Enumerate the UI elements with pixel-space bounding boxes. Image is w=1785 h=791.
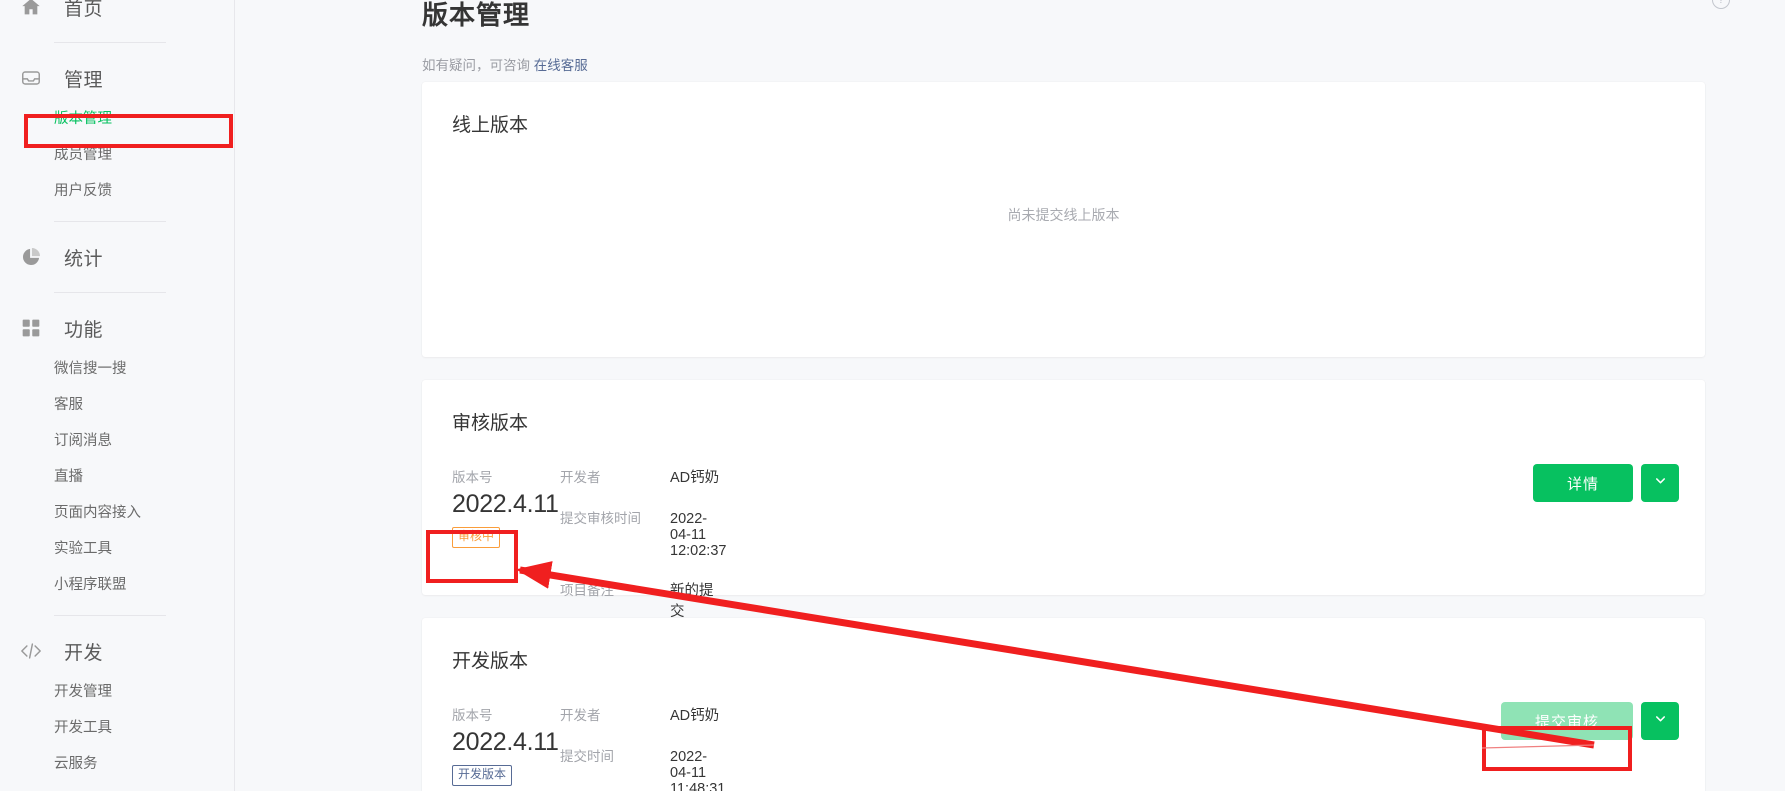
sidebar-group-development: 开发 开发管理 开发工具 云服务 bbox=[0, 630, 234, 780]
sidebar-item-miniprogram-alliance[interactable]: 小程序联盟 bbox=[0, 565, 234, 601]
sidebar-item-miniprogram-alliance-label: 小程序联盟 bbox=[54, 576, 127, 593]
sidebar-item-page-content-access-label: 页面内容接入 bbox=[54, 504, 141, 521]
main-content: 版本管理 ? 如有疑问，可咨询 在线客服 线上版本 尚未提交线上版本 审核版本 … bbox=[235, 0, 1785, 791]
submit-review-button[interactable]: 提交审核 bbox=[1500, 702, 1633, 740]
online-version-empty-text: 尚未提交线上版本 bbox=[1007, 207, 1120, 223]
review-project-note-value: 新的提交 bbox=[670, 583, 714, 620]
details-dropdown-button[interactable] bbox=[1641, 464, 1679, 502]
sidebar-item-customer-service[interactable]: 客服 bbox=[0, 385, 234, 421]
review-version-number-value: 2022.4.11 bbox=[452, 490, 559, 518]
review-submit-time-value: 2022-04-11 12:02:37 bbox=[670, 511, 727, 559]
develop-version-actions: 提交审核 bbox=[1500, 702, 1679, 740]
sidebar-divider-1 bbox=[54, 42, 166, 43]
sidebar-item-statistics-label: 统计 bbox=[64, 248, 104, 270]
sidebar-item-version-management-label: 版本管理 bbox=[54, 110, 112, 127]
inbox-icon bbox=[18, 65, 44, 91]
meta-row: 项目备注 新的提交 bbox=[560, 579, 726, 621]
review-version-column: 版本号 2022.4.11 审核中 bbox=[452, 466, 560, 548]
sidebar-item-wechat-search-label: 微信搜一搜 bbox=[54, 360, 127, 377]
develop-version-number-value: 2022.4.11 bbox=[452, 728, 559, 756]
sidebar-item-dev-management-label: 开发管理 bbox=[54, 683, 112, 700]
sidebar-item-management[interactable]: 管理 bbox=[0, 57, 234, 99]
sidebar-item-live-streaming[interactable]: 直播 bbox=[0, 457, 234, 493]
details-button[interactable]: 详情 bbox=[1532, 464, 1633, 502]
sidebar-item-member-management[interactable]: 成员管理 bbox=[0, 135, 234, 171]
develop-submit-time-label: 提交时间 bbox=[560, 749, 614, 764]
sidebar-item-management-label: 管理 bbox=[64, 69, 104, 91]
grid-icon bbox=[18, 315, 44, 341]
review-version-actions: 详情 bbox=[1532, 464, 1679, 502]
status-badge: 审核中 bbox=[452, 527, 501, 548]
sidebar-item-development[interactable]: 开发 bbox=[0, 630, 234, 672]
sidebar-item-member-management-label: 成员管理 bbox=[54, 146, 112, 163]
meta-row: 提交时间 2022-04-11 11:48:31 bbox=[560, 745, 725, 791]
sidebar-item-user-feedback[interactable]: 用户反馈 bbox=[0, 171, 234, 207]
chevron-down-icon bbox=[1653, 711, 1668, 731]
review-submit-time-label: 提交审核时间 bbox=[560, 511, 641, 526]
review-project-note-label: 项目备注 bbox=[560, 583, 614, 598]
review-developer-label: 开发者 bbox=[560, 470, 601, 485]
sidebar-item-features[interactable]: 功能 bbox=[0, 307, 234, 349]
review-developer-value: AD钙奶 bbox=[670, 470, 720, 486]
page-title: 版本管理 bbox=[422, 0, 531, 31]
sidebar-group-statistics: 统计 bbox=[0, 236, 234, 293]
sidebar-item-page-content-access[interactable]: 页面内容接入 bbox=[0, 493, 234, 529]
help-note: 如有疑问，可咨询 在线客服 bbox=[422, 54, 588, 74]
review-version-card: 审核版本 版本号 2022.4.11 审核中 开发者 AD钙奶 提交审核时间 2… bbox=[422, 380, 1705, 620]
review-version-meta: 开发者 AD钙奶 提交审核时间 2022-04-11 12:02:37 项目备注… bbox=[560, 466, 726, 641]
home-icon bbox=[18, 0, 44, 20]
submit-review-dropdown-button[interactable] bbox=[1641, 702, 1679, 740]
online-service-link[interactable]: 在线客服 bbox=[534, 58, 588, 73]
sidebar-item-experiment-tools[interactable]: 实验工具 bbox=[0, 529, 234, 565]
sidebar-item-dev-management[interactable]: 开发管理 bbox=[0, 672, 234, 708]
code-icon bbox=[18, 638, 44, 664]
develop-version-meta: 开发者 AD钙奶 提交时间 2022-04-11 11:48:31 bbox=[560, 704, 725, 791]
sidebar-item-dev-tools-label: 开发工具 bbox=[54, 719, 112, 736]
sidebar-item-cloud-service[interactable]: 云服务 bbox=[0, 744, 234, 780]
develop-version-column: 版本号 2022.4.11 开发版本 bbox=[452, 704, 560, 786]
develop-status-badge: 开发版本 bbox=[452, 765, 513, 786]
review-version-number-label: 版本号 bbox=[452, 470, 493, 485]
sidebar-group-management: 管理 版本管理 成员管理 用户反馈 bbox=[0, 57, 234, 222]
sidebar-item-live-streaming-label: 直播 bbox=[54, 468, 83, 485]
pie-chart-icon bbox=[18, 244, 44, 270]
sidebar-item-wechat-search[interactable]: 微信搜一搜 bbox=[0, 349, 234, 385]
sidebar-item-development-label: 开发 bbox=[64, 642, 104, 664]
review-version-title: 审核版本 bbox=[452, 413, 529, 434]
sidebar-item-features-label: 功能 bbox=[64, 319, 104, 341]
sidebar-divider-4 bbox=[54, 615, 166, 616]
sidebar-item-customer-service-label: 客服 bbox=[54, 396, 83, 413]
sidebar-item-experiment-tools-label: 实验工具 bbox=[54, 540, 112, 557]
develop-version-number-label: 版本号 bbox=[452, 708, 493, 723]
develop-version-card: 开发版本 版本号 2022.4.11 开发版本 开发者 AD钙奶 提交时间 20… bbox=[422, 618, 1705, 791]
online-version-card: 线上版本 尚未提交线上版本 bbox=[422, 82, 1705, 357]
help-note-prefix: 如有疑问，可咨询 bbox=[422, 58, 534, 73]
sidebar-item-version-management[interactable]: 版本管理 bbox=[0, 99, 234, 135]
develop-submit-time-value: 2022-04-11 11:48:31 bbox=[670, 749, 726, 791]
sidebar-item-subscription-message[interactable]: 订阅消息 bbox=[0, 421, 234, 457]
question-mark-icon[interactable]: ? bbox=[1712, 0, 1730, 9]
sidebar-group-features: 功能 微信搜一搜 客服 订阅消息 直播 页面内容接入 实验工具 小程序联盟 bbox=[0, 307, 234, 616]
develop-developer-label: 开发者 bbox=[560, 708, 601, 723]
meta-row: 开发者 AD钙奶 bbox=[560, 466, 726, 487]
sidebar-item-home-label: 首页 bbox=[64, 0, 104, 20]
sidebar-item-cloud-service-label: 云服务 bbox=[54, 755, 98, 772]
develop-developer-value: AD钙奶 bbox=[670, 708, 720, 724]
sidebar-divider-3 bbox=[54, 292, 166, 293]
online-version-title: 线上版本 bbox=[452, 115, 529, 136]
sidebar: 首页 管理 版本管理 成员管理 用户反馈 统计 功能 微信搜一搜 客服 订阅消息… bbox=[0, 0, 235, 791]
app-root: 首页 管理 版本管理 成员管理 用户反馈 统计 功能 微信搜一搜 客服 订阅消息… bbox=[0, 0, 1785, 791]
sidebar-item-home[interactable]: 首页 bbox=[0, 0, 234, 28]
chevron-down-icon bbox=[1653, 473, 1668, 493]
sidebar-item-statistics[interactable]: 统计 bbox=[0, 236, 234, 278]
develop-version-title: 开发版本 bbox=[452, 651, 529, 672]
sidebar-group-home: 首页 bbox=[0, 0, 234, 43]
meta-row: 提交审核时间 2022-04-11 12:02:37 bbox=[560, 507, 726, 559]
sidebar-divider-2 bbox=[54, 221, 166, 222]
sidebar-item-user-feedback-label: 用户反馈 bbox=[54, 182, 112, 199]
sidebar-item-subscription-message-label: 订阅消息 bbox=[54, 432, 112, 449]
sidebar-item-dev-tools[interactable]: 开发工具 bbox=[0, 708, 234, 744]
meta-row: 开发者 AD钙奶 bbox=[560, 704, 725, 725]
